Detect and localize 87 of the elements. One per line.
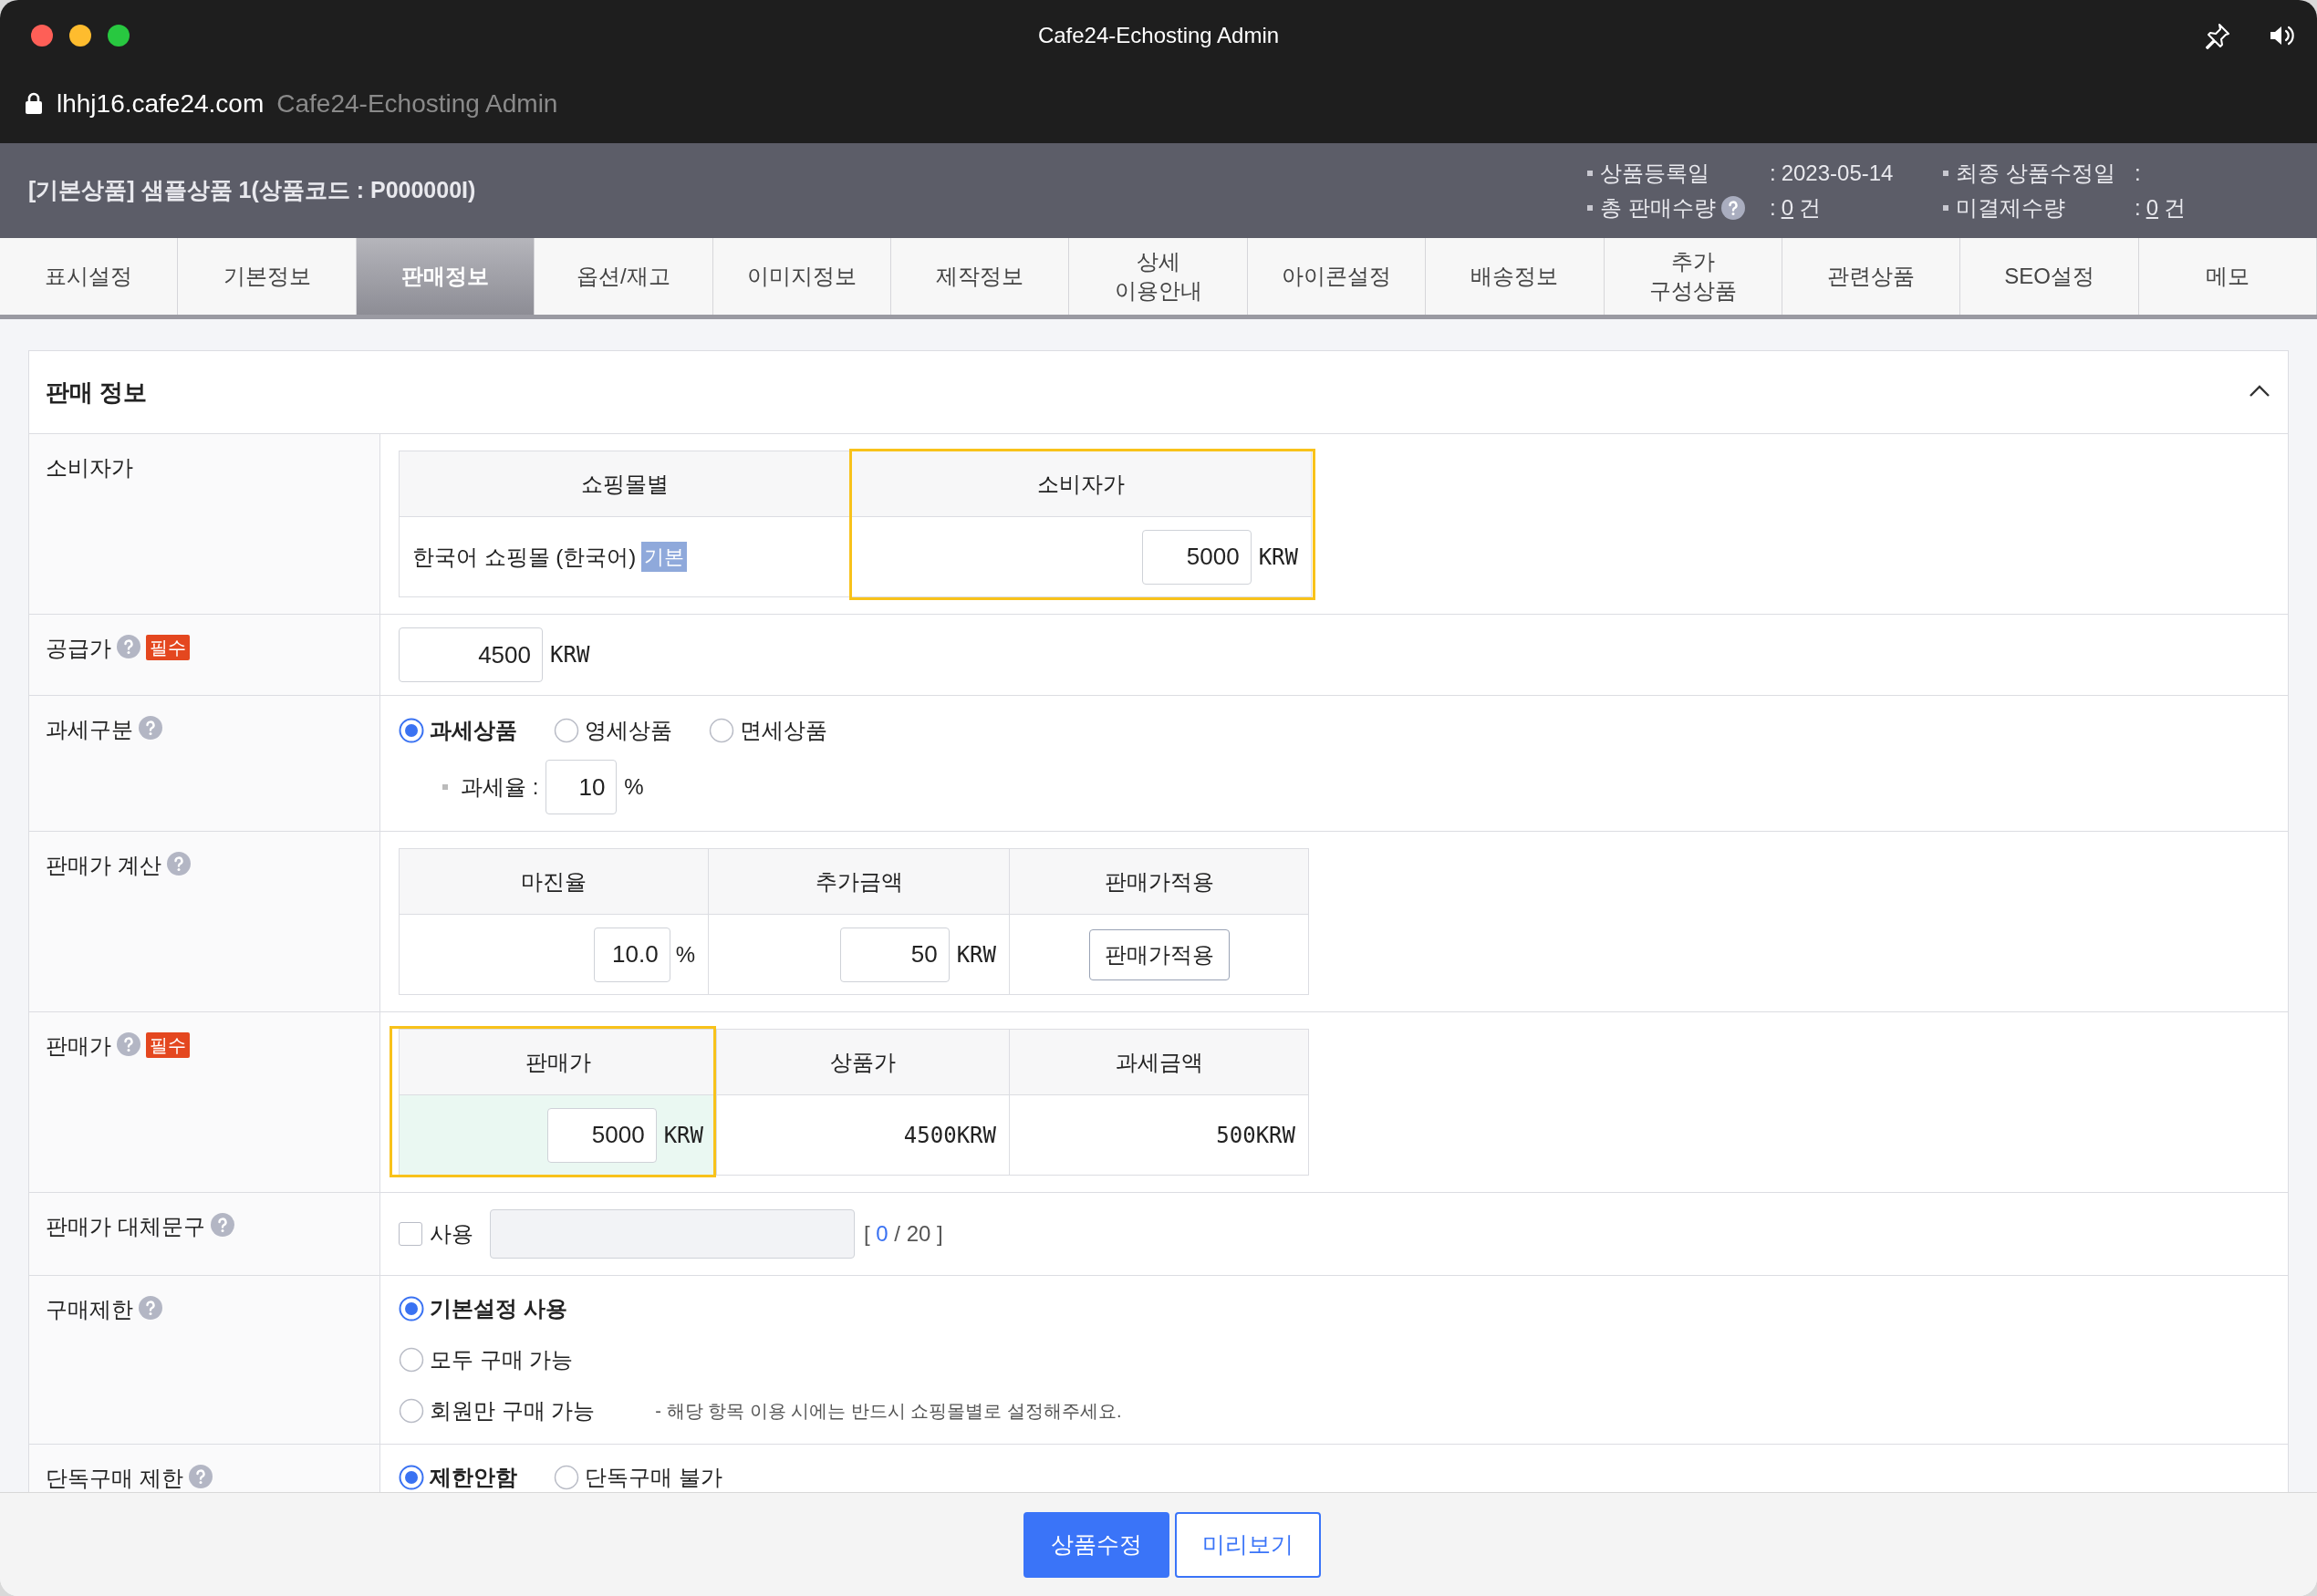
meta-value[interactable]: 0 — [2146, 192, 2159, 224]
character-counter: [ 0 / 20 ] — [864, 1220, 943, 1248]
input-field[interactable]: 10 — [545, 760, 618, 814]
column-header: 상품가 — [716, 1029, 1010, 1095]
section-title: 판매 정보 — [46, 377, 148, 408]
column-header: 소비자가 — [850, 451, 1312, 517]
bullet-icon — [1943, 171, 1948, 176]
unit-label: KRW — [550, 641, 590, 669]
input-field[interactable]: 4500 — [399, 627, 543, 682]
meta-unit: 건 — [2164, 194, 2187, 222]
window-title: Cafe24-Echosting Admin — [1037, 22, 1280, 49]
required-badge: 필수 — [146, 1032, 190, 1058]
radio-button[interactable] — [399, 1398, 424, 1424]
radio-button[interactable] — [399, 1347, 424, 1373]
radio-button[interactable] — [709, 718, 734, 743]
colon-text: : — [2135, 194, 2141, 222]
unit-label: % — [675, 940, 695, 969]
option-label[interactable]: 기본설정 사용 — [430, 1292, 567, 1325]
meta-value[interactable]: 0 — [1781, 192, 1794, 224]
lock-icon — [24, 91, 44, 116]
field-label: 판매가 계산 — [46, 852, 161, 879]
meta-label: 최종 상품수정일 — [1956, 160, 2115, 187]
url-host: lhhj16.cafe24.com — [57, 88, 265, 119]
apply-button[interactable]: 판매가적용 — [1088, 928, 1230, 980]
field-label: 공급가 — [46, 635, 111, 662]
meta-unit: 건 — [1799, 194, 1822, 222]
field-label: 판매가 — [46, 1032, 111, 1060]
rate-label: 과세율 : — [461, 773, 539, 801]
field-label: 판매가 대체문구 — [46, 1213, 205, 1240]
radio-button[interactable] — [399, 718, 424, 743]
option-label[interactable]: 단독구매 불가 — [585, 1461, 722, 1494]
input-field[interactable]: 10.0 — [593, 927, 670, 982]
field-label: 구매제한 — [46, 1296, 133, 1323]
field-label: 소비자가 — [46, 454, 133, 482]
table-cell: 500KRW — [1009, 1094, 1309, 1176]
meta-label: 상품등록일 — [1600, 160, 1709, 187]
default-badge: 기본 — [641, 542, 688, 572]
option-label[interactable]: 회원만 구매 가능 — [430, 1394, 596, 1427]
input-field[interactable]: 5000 — [546, 1107, 657, 1163]
window-control[interactable] — [31, 25, 53, 47]
page-title: Cafe24-Echosting Admin — [276, 88, 558, 119]
unit-label: % — [624, 773, 644, 801]
column-header: 과세금액 — [1009, 1029, 1309, 1095]
column-header: 판매가적용 — [1009, 848, 1309, 915]
colon-text: : — [1770, 160, 1776, 187]
help-note: - 해당 항목 이용 시에는 반드시 쇼핑몰별로 설정해주세요. — [655, 1400, 1122, 1423]
bullet-icon — [1587, 171, 1593, 176]
window-control[interactable] — [69, 25, 91, 47]
bullet-icon — [1943, 205, 1948, 211]
option-label[interactable]: 면세상품 — [740, 714, 827, 747]
field-label: 단독구매 제한 — [46, 1465, 183, 1492]
unit-label: KRW — [1258, 543, 1298, 572]
radio-button[interactable] — [554, 1465, 579, 1490]
help-icon[interactable] — [1720, 196, 1745, 220]
option-label[interactable]: 제한안함 — [430, 1461, 517, 1494]
required-badge: 필수 — [146, 635, 190, 660]
radio-button[interactable] — [399, 1465, 424, 1490]
radio-button[interactable] — [399, 1296, 424, 1321]
option-label[interactable]: 과세상품 — [430, 714, 517, 747]
meta-value: 2023-05-14 — [1781, 160, 1894, 187]
mall-name: 한국어 쇼핑몰 (한국어) — [412, 543, 637, 571]
save-button[interactable]: 상품수정 — [1023, 1511, 1169, 1578]
colon-text: : — [1770, 194, 1776, 222]
preview-button[interactable]: 미리보기 — [1175, 1511, 1321, 1578]
column-header: 판매가 — [399, 1029, 717, 1095]
unit-label: KRW — [956, 940, 996, 969]
bullet-icon — [442, 784, 448, 790]
window-control[interactable] — [108, 25, 130, 47]
option-label[interactable]: 영세상품 — [585, 714, 672, 747]
meta-label: 미결제수량 — [1956, 194, 2065, 222]
table-cell: 4500KRW — [716, 1094, 1010, 1176]
checkbox-label[interactable]: 사용 — [430, 1218, 473, 1250]
field-label: 과세구분 — [46, 716, 133, 743]
column-header: 추가금액 — [708, 848, 1010, 915]
column-header: 마진율 — [399, 848, 709, 915]
column-header: 쇼핑몰별 — [399, 451, 851, 517]
input-field[interactable]: 5000 — [1141, 529, 1252, 585]
product-title: [기본상품] 샘플상품 1(상품코드 : P000000I) — [28, 176, 476, 205]
bullet-icon — [1587, 205, 1593, 211]
checkbox[interactable] — [399, 1222, 422, 1246]
pin-icon[interactable] — [2204, 22, 2231, 49]
radio-button[interactable] — [554, 718, 579, 743]
input-field[interactable]: 50 — [839, 927, 950, 982]
unit-label: KRW — [663, 1121, 703, 1150]
option-label[interactable]: 모두 구매 가능 — [430, 1343, 574, 1376]
meta-label: 총 판매수량 — [1600, 194, 1716, 222]
colon-text: : — [2135, 160, 2141, 187]
